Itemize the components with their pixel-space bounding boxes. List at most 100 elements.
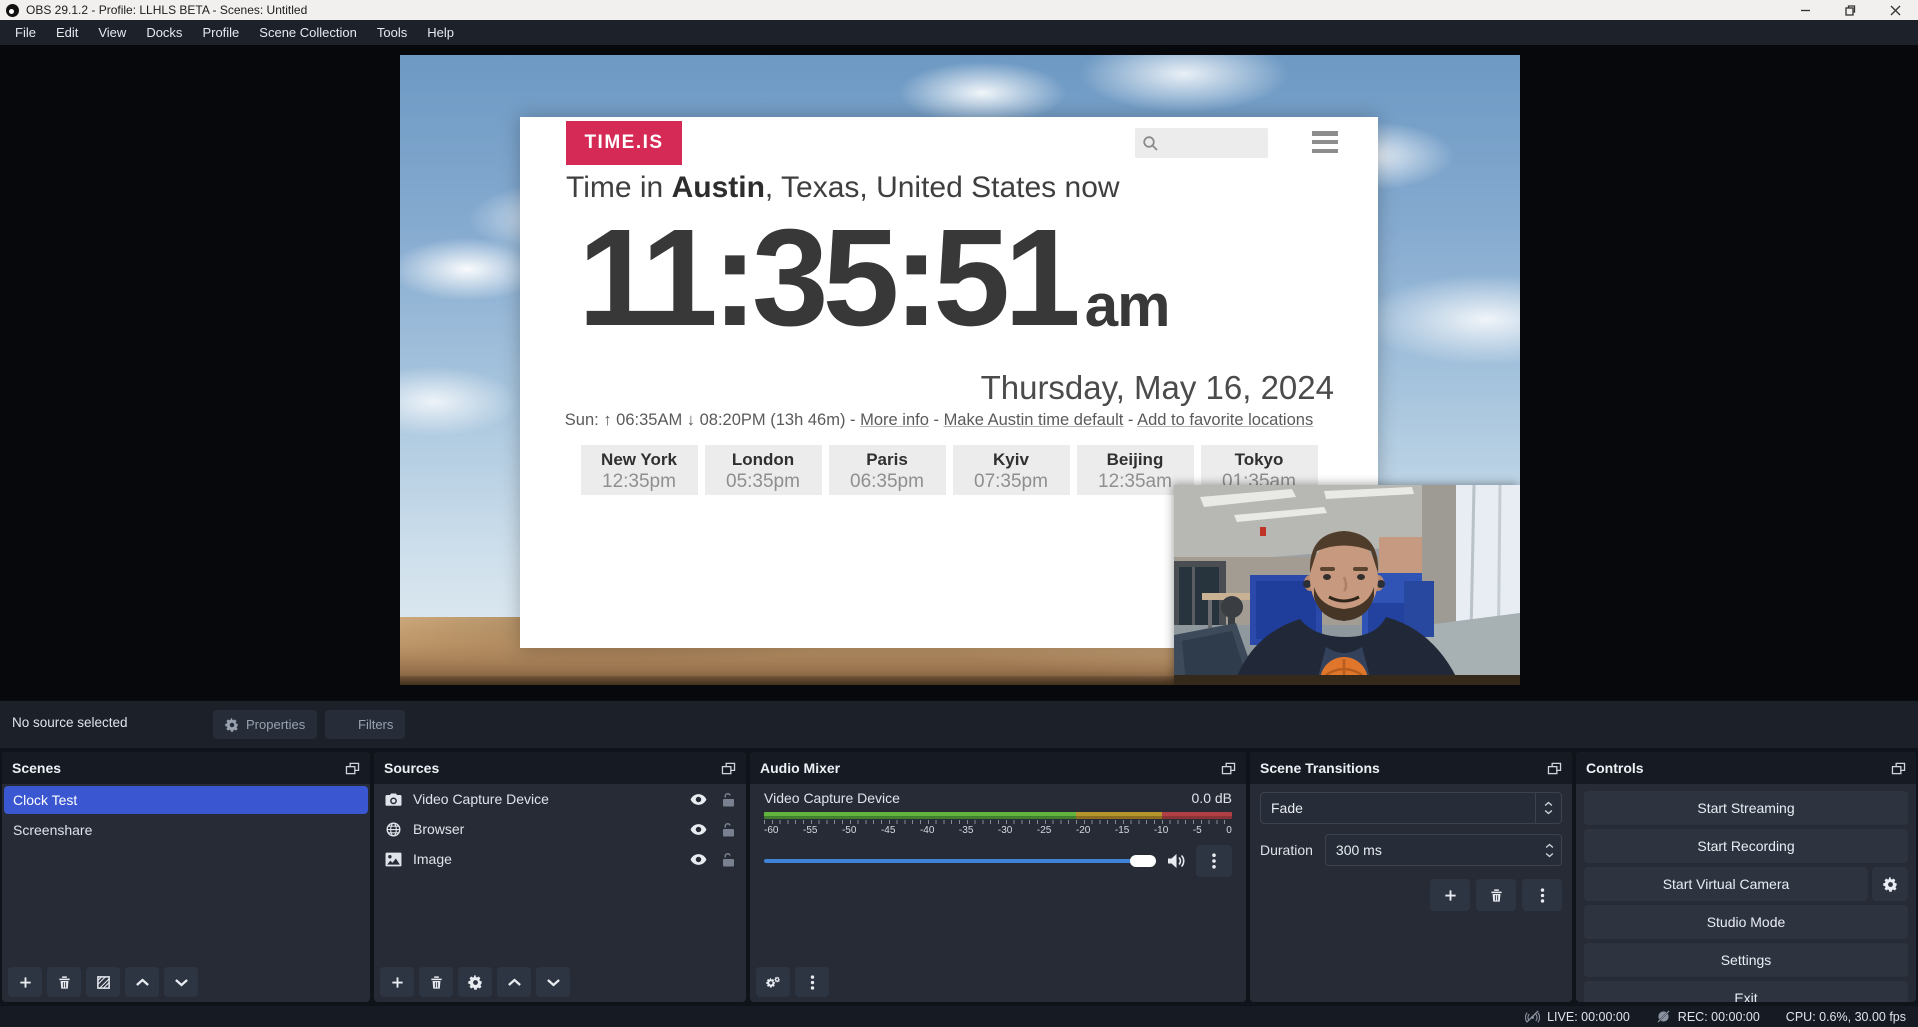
mixer-level-db: 0.0 dB [1192, 790, 1232, 806]
hamburger-menu-icon [1312, 131, 1338, 153]
popout-icon[interactable] [1891, 762, 1906, 775]
menu-file[interactable]: File [5, 22, 46, 43]
scenes-panel: Scenes Clock Test Screenshare [2, 752, 370, 1002]
chevron-down-icon [174, 975, 189, 990]
add-source-button[interactable] [380, 967, 414, 997]
transition-menu-button[interactable] [1522, 879, 1562, 911]
source-properties-button[interactable] [458, 967, 492, 997]
remove-source-button[interactable] [419, 967, 453, 997]
make-default-link: Make Austin time default [944, 411, 1124, 429]
menu-tools[interactable]: Tools [367, 22, 417, 43]
timeis-clock: 11:35:51 am [578, 213, 1170, 344]
start-recording-button[interactable]: Start Recording [1584, 829, 1908, 863]
source-row-browser[interactable]: Browser [374, 814, 746, 844]
menu-docks[interactable]: Docks [136, 22, 192, 43]
webcam-overlay[interactable] [1174, 485, 1520, 685]
volume-slider-handle[interactable] [1130, 855, 1156, 867]
preview-workspace: TIME.IS Time in Austin, Texas, United St… [0, 45, 1918, 700]
lock-icon[interactable] [722, 822, 735, 837]
clock-ampm: am [1085, 271, 1170, 340]
mixer-menu-button[interactable] [795, 967, 829, 997]
restore-button[interactable] [1828, 0, 1873, 20]
visibility-eye-icon[interactable] [690, 853, 707, 866]
filter-icon [337, 718, 351, 732]
chevron-down-icon [1544, 809, 1553, 815]
visibility-eye-icon[interactable] [690, 823, 707, 836]
city-box: Kyiv07:35pm [953, 445, 1070, 495]
minimize-button[interactable] [1783, 0, 1828, 20]
duration-label: Duration [1260, 842, 1313, 858]
popout-icon[interactable] [1221, 762, 1236, 775]
mixer-channel-name: Video Capture Device [764, 790, 900, 806]
popout-icon[interactable] [721, 762, 736, 775]
stream-inactive-icon [1525, 1010, 1540, 1023]
lock-icon[interactable] [722, 792, 735, 807]
window-title: OBS 29.1.2 - Profile: LLHLS BETA - Scene… [26, 3, 307, 17]
kebab-icon [1212, 853, 1216, 869]
preview-canvas[interactable]: TIME.IS Time in Austin, Texas, United St… [400, 55, 1520, 685]
sources-panel: Sources Video Capture Device Browser [374, 752, 746, 1002]
add-transition-button[interactable] [1430, 879, 1470, 911]
clock-time: 11:35:51 [578, 213, 1075, 344]
scene-move-down-button[interactable] [164, 967, 198, 997]
cpu-fps-status: CPU: 0.6%, 30.00 fps [1786, 1010, 1906, 1024]
menu-bar: File Edit View Docks Profile Scene Colle… [0, 20, 1918, 45]
virtual-camera-settings-button[interactable] [1872, 867, 1908, 901]
mixer-channel-menu-button[interactable] [1196, 845, 1232, 877]
globe-icon [385, 822, 402, 837]
advanced-audio-button[interactable] [756, 967, 790, 997]
timeis-logo: TIME.IS [566, 121, 682, 165]
properties-button[interactable]: Properties [213, 710, 317, 739]
obs-window: OBS 29.1.2 - Profile: LLHLS BETA - Scene… [0, 0, 1918, 1027]
scene-item-clock-test[interactable]: Clock Test [4, 786, 368, 814]
meter-tickmarks [764, 820, 1232, 824]
source-row-image[interactable]: Image [374, 844, 746, 874]
source-move-down-button[interactable] [536, 967, 570, 997]
speaker-icon[interactable] [1166, 852, 1186, 870]
remove-transition-button[interactable] [1476, 879, 1516, 911]
source-row-video-capture[interactable]: Video Capture Device [374, 784, 746, 814]
gear-icon [468, 975, 483, 990]
scene-transitions-panel: Scene Transitions Fade Duration 300 ms [1250, 752, 1572, 1002]
settings-button[interactable]: Settings [1584, 943, 1908, 977]
obs-logo-icon [6, 4, 19, 17]
source-move-up-button[interactable] [497, 967, 531, 997]
scene-filters-button[interactable] [86, 967, 120, 997]
trash-icon [57, 975, 72, 990]
volume-slider[interactable] [764, 859, 1156, 863]
gear-icon [1883, 877, 1898, 892]
volume-meter [764, 812, 1232, 819]
studio-mode-button[interactable]: Studio Mode [1584, 905, 1908, 939]
kebab-icon [805, 975, 820, 990]
duration-spinbox[interactable]: 300 ms [1325, 834, 1562, 866]
menu-edit[interactable]: Edit [46, 22, 88, 43]
menu-profile[interactable]: Profile [192, 22, 249, 43]
close-button[interactable] [1873, 0, 1918, 20]
filters-button[interactable]: Filters [325, 710, 405, 739]
popout-icon[interactable] [345, 762, 360, 775]
timeis-search-input [1135, 128, 1268, 158]
add-scene-button[interactable] [8, 967, 42, 997]
menu-help[interactable]: Help [417, 22, 464, 43]
visibility-eye-icon[interactable] [690, 793, 707, 806]
menu-scene-collection[interactable]: Scene Collection [249, 22, 367, 43]
add-favorite-link: Add to favorite locations [1137, 411, 1313, 429]
scene-move-up-button[interactable] [125, 967, 159, 997]
title-bar: OBS 29.1.2 - Profile: LLHLS BETA - Scene… [0, 0, 1918, 20]
lock-icon[interactable] [722, 852, 735, 867]
selected-source-status: No source selected [12, 715, 128, 730]
rec-status: REC: 00:00:00 [1656, 1010, 1760, 1024]
scene-item-screenshare[interactable]: Screenshare [4, 816, 368, 844]
exit-button[interactable]: Exit [1584, 981, 1908, 1002]
spin-arrows[interactable] [1537, 835, 1561, 865]
popout-icon[interactable] [1547, 762, 1562, 775]
city-box: New York12:35pm [581, 445, 698, 495]
start-virtual-camera-button[interactable]: Start Virtual Camera [1584, 867, 1868, 901]
start-streaming-button[interactable]: Start Streaming [1584, 791, 1908, 825]
double-gear-icon [766, 975, 781, 990]
menu-view[interactable]: View [88, 22, 136, 43]
city-box: Paris06:35pm [829, 445, 946, 495]
transition-select[interactable]: Fade [1260, 792, 1562, 824]
remove-scene-button[interactable] [47, 967, 81, 997]
plus-icon [18, 975, 33, 990]
